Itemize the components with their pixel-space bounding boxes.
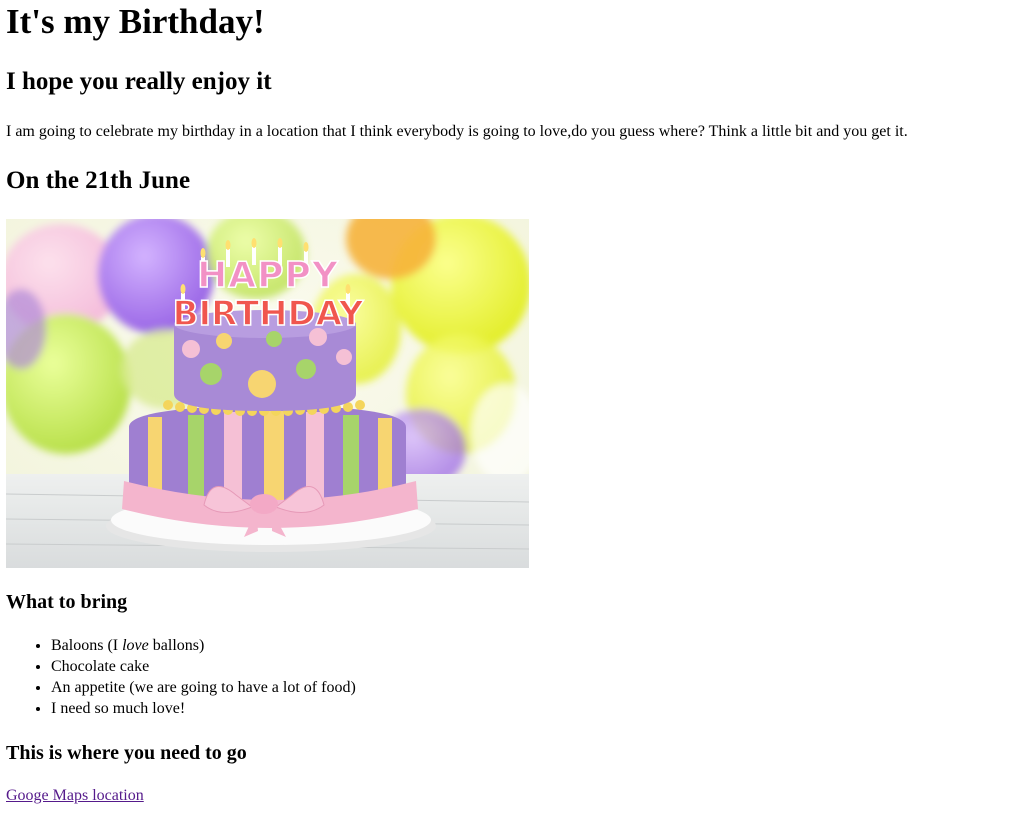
list-item: I need so much love! <box>51 698 1029 719</box>
page-subtitle: I hope you really enjoy it <box>6 68 272 95</box>
google-maps-link[interactable]: Googe Maps location <box>6 787 144 805</box>
list-item-text: Baloons (I <box>51 637 123 654</box>
cake-text-birthday: BIRTHDAY <box>173 294 364 334</box>
location-heading: This is where you need to go <box>6 742 247 764</box>
list-item: An appetite (we are going to have a lot … <box>51 677 1029 698</box>
list-item-emphasis: love <box>122 637 149 654</box>
list-item-text: ballons) <box>148 637 205 654</box>
page: It's my Birthday! I hope you really enjo… <box>0 0 1029 805</box>
intro-paragraph: I am going to celebrate my birthday in a… <box>6 123 908 140</box>
what-to-bring-heading: What to bring <box>6 591 128 613</box>
list-item: Chocolate cake <box>51 656 1029 677</box>
date-heading: On the 21th June <box>6 167 191 194</box>
list-item: Baloons (I love ballons) <box>51 635 1029 656</box>
page-title: It's my Birthday! <box>6 2 265 41</box>
cake-text-happy: HAPPY <box>197 255 339 296</box>
birthday-cake-image: HAPPY BIRTHDAY <box>6 219 529 568</box>
bring-list: Baloons (I love ballons) Chocolate cake … <box>6 635 1029 719</box>
